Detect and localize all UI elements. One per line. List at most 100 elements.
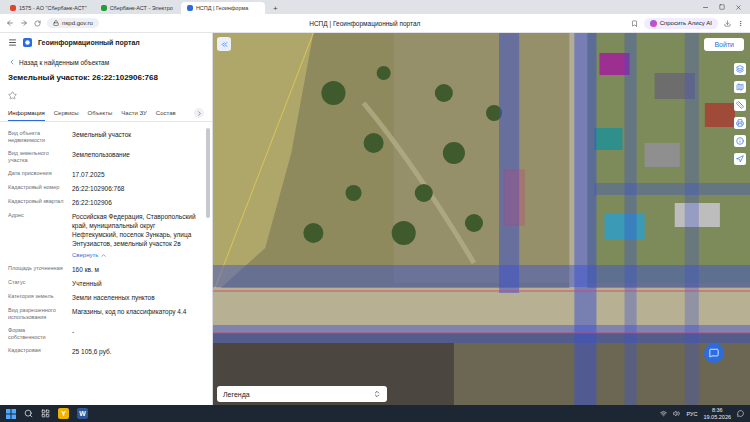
- info-tab[interactable]: Состав: [156, 105, 176, 121]
- property-row: Кадастровая25 105,6 руб.: [8, 347, 200, 356]
- property-label: Кадастровый квартал: [8, 198, 64, 205]
- basemap-button[interactable]: [734, 81, 746, 93]
- login-button[interactable]: Войти: [704, 38, 744, 51]
- info-tab[interactable]: Сервисы: [54, 105, 79, 121]
- browser-tab[interactable]: НСПД | Геоинформа: [181, 2, 265, 14]
- info-tab[interactable]: Объекты: [88, 105, 113, 121]
- scroll-thumb[interactable]: [206, 128, 210, 218]
- search-icon[interactable]: [24, 409, 33, 418]
- info-tabs: Информация Сервисы Объекты Части ЗУ Состав: [0, 105, 212, 122]
- clock[interactable]: 8:3619.05.2026: [703, 407, 731, 419]
- map-tools: [734, 63, 746, 165]
- back-link[interactable]: Назад к найденным объектам: [0, 52, 212, 68]
- info-button[interactable]: [734, 135, 746, 147]
- back-icon[interactable]: [6, 19, 14, 27]
- locate-button[interactable]: [734, 153, 746, 165]
- chevron-up-icon: [100, 252, 107, 259]
- property-row: Кадастровый номер 26:22:102906:768: [8, 184, 200, 193]
- reload-icon[interactable]: [34, 20, 41, 27]
- property-row: Форма собственности-: [8, 327, 200, 342]
- maximize-icon[interactable]: [719, 4, 725, 10]
- property-value: 17.07.2025: [72, 170, 200, 179]
- browser-tab[interactable]: 1575 - АО "Сбербанк-АСТ": [4, 2, 93, 14]
- measure-button[interactable]: [734, 99, 746, 111]
- alice-button[interactable]: Спросить Алису AI: [644, 18, 718, 29]
- favicon-icon: [10, 5, 16, 11]
- volume-icon[interactable]: [673, 410, 680, 417]
- language-indicator[interactable]: РУС: [686, 411, 697, 417]
- scrollbar[interactable]: [206, 128, 210, 399]
- taskbar-app[interactable]: W: [77, 408, 88, 419]
- property-label: Вид объекта недвижимости: [8, 130, 64, 145]
- chevrons-left-icon: [220, 40, 229, 49]
- map-icon: [736, 83, 744, 91]
- property-value: 26:22:102906: [72, 198, 200, 207]
- property-row: Категория земельЗемли населенных пунктов: [8, 293, 200, 302]
- property-label: Кадастровый номер: [8, 184, 64, 191]
- favicon-icon: [101, 5, 107, 11]
- property-value: Учтенный: [72, 279, 200, 288]
- task-view-icon[interactable]: [41, 409, 50, 418]
- info-panel: Геоинформационный порталНазад к найденны…: [0, 33, 213, 405]
- chevron-left-icon: [8, 58, 16, 66]
- favicon-icon: [187, 5, 193, 11]
- expand-icon: [373, 390, 381, 398]
- tabs-scroll-button[interactable]: [194, 108, 204, 118]
- page: Геоинформационный порталНазад к найденны…: [0, 33, 750, 405]
- info-icon: [736, 137, 744, 145]
- collapse-panel-button[interactable]: [217, 37, 231, 51]
- portal-logo-icon: [23, 38, 32, 47]
- property-value: Российская Федерация, Ставропольский кра…: [72, 212, 200, 260]
- menu-icon[interactable]: [737, 20, 744, 27]
- property-value: Земли населенных пунктов: [72, 293, 200, 302]
- property-label: Адрес: [8, 212, 64, 219]
- property-label: Площадь уточненная: [8, 265, 64, 272]
- forward-icon[interactable]: [20, 19, 28, 27]
- property-label: Дата присвоения: [8, 170, 64, 177]
- property-list: Вид объекта недвижимостиЗемельный участо…: [0, 122, 204, 405]
- property-row: Адрес Российская Федерация, Ставропольски…: [8, 212, 200, 260]
- screen: 1575 - АО "Сбербанк-АСТ"Сбербанк-АСТ - Э…: [0, 0, 750, 422]
- layers-icon: [736, 65, 744, 73]
- window-controls: [694, 0, 750, 14]
- portal-header: Геоинформационный портал: [0, 33, 212, 52]
- property-label: Форма собственности: [8, 327, 64, 342]
- navigation-icon: [736, 155, 744, 163]
- property-row: Вид земельного участка Землепользование: [8, 150, 200, 165]
- alice-icon: [650, 20, 657, 27]
- lock-icon: [53, 20, 59, 26]
- property-label: Вид земельного участка: [8, 150, 64, 165]
- property-label: Вид разрешенного использования: [8, 307, 64, 322]
- map[interactable]: Войти Легенда: [213, 33, 750, 405]
- info-tab[interactable]: Части ЗУ: [121, 105, 146, 121]
- wifi-icon[interactable]: [660, 410, 667, 417]
- property-row: Вид разрешенного использованияМагазины, …: [8, 307, 200, 322]
- windows-logo-icon[interactable]: [6, 409, 16, 419]
- system-tray: РУС 8:3619.05.2026: [660, 407, 744, 419]
- property-label: Статус: [8, 279, 64, 286]
- browser-tab[interactable]: Сбербанк-АСТ - Электро: [95, 2, 179, 14]
- collapse-link[interactable]: Свернуть: [72, 251, 200, 259]
- notifications-icon[interactable]: [737, 410, 744, 417]
- legend[interactable]: Легенда: [217, 386, 387, 402]
- hamburger-icon[interactable]: [8, 38, 17, 47]
- new-tab-button[interactable]: +: [267, 2, 284, 14]
- minimize-icon[interactable]: [702, 4, 709, 11]
- layers-button[interactable]: [734, 63, 746, 75]
- printer-icon: [736, 119, 744, 127]
- chat-button[interactable]: [704, 343, 724, 363]
- property-row: Дата присвоения 17.07.2025: [8, 170, 200, 179]
- favorite-star-icon[interactable]: [8, 91, 17, 100]
- bookmark-icon[interactable]: [631, 20, 638, 27]
- ruler-icon: [736, 101, 744, 109]
- property-row: Вид объекта недвижимостиЗемельный участо…: [8, 130, 200, 145]
- info-tab[interactable]: Информация: [8, 105, 45, 121]
- property-value: 26:22:102906:768: [72, 184, 200, 193]
- download-icon[interactable]: [724, 20, 731, 27]
- url-field[interactable]: nspd.gov.ru: [47, 18, 99, 28]
- chat-icon: [709, 348, 719, 358]
- close-icon[interactable]: [735, 4, 742, 11]
- property-value: Землепользование: [72, 150, 200, 159]
- print-button[interactable]: [734, 117, 746, 129]
- taskbar-app[interactable]: Y: [58, 408, 69, 419]
